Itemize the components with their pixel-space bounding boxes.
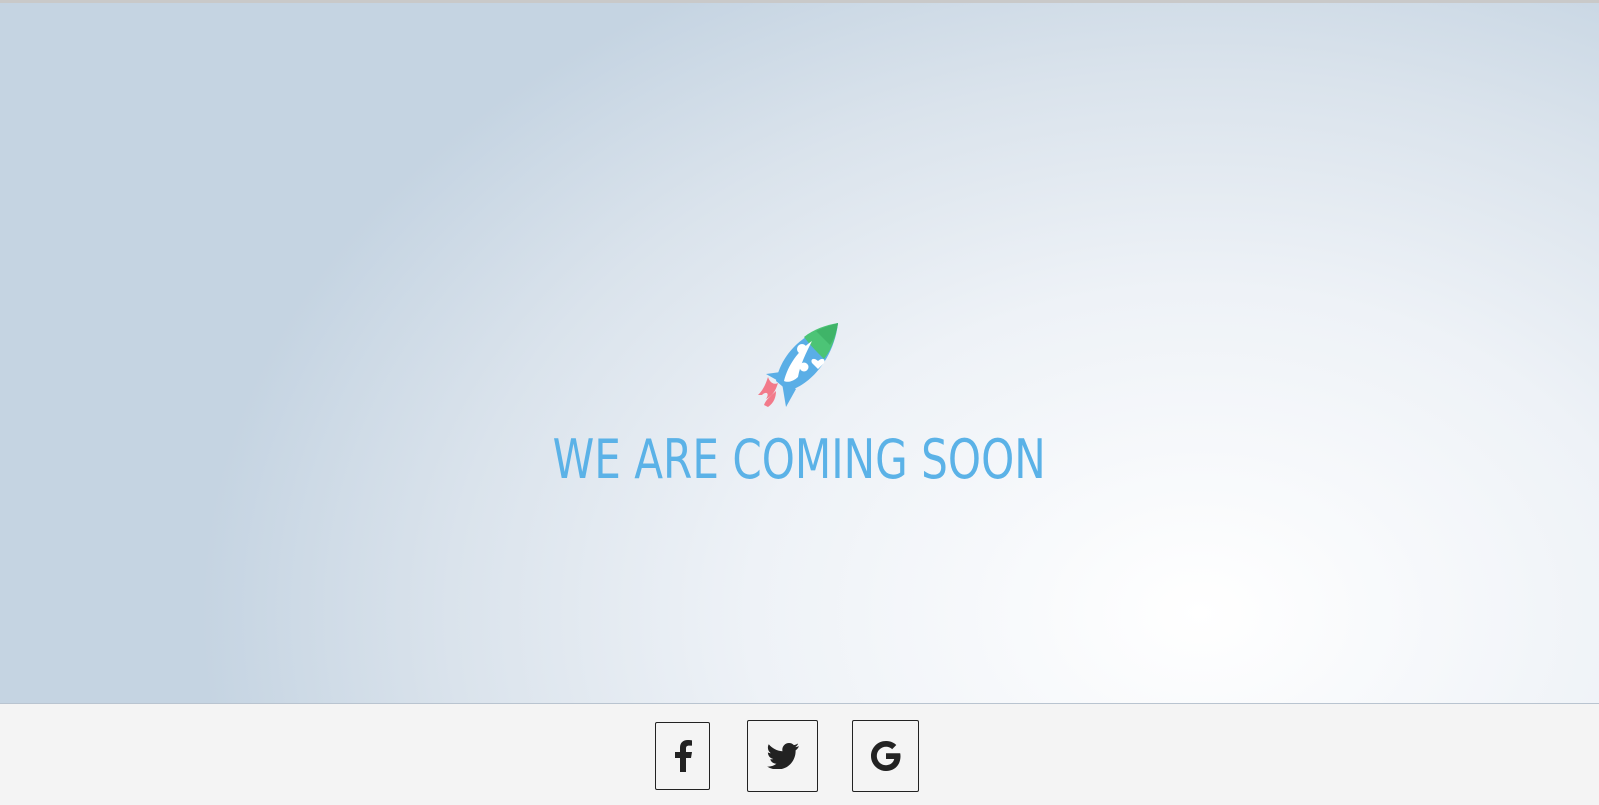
facebook-button[interactable] [655,722,710,790]
page-heading: WE ARE COMING SOON [552,428,1046,491]
twitter-icon [766,743,799,769]
google-icon [870,741,900,771]
google-button[interactable] [852,720,919,792]
page: WE ARE COMING SOON [0,0,1599,805]
footer [0,704,1599,805]
facebook-icon [674,740,692,772]
twitter-button[interactable] [747,720,818,792]
hero-section: WE ARE COMING SOON [0,3,1599,704]
rocket-logo-icon [758,323,838,407]
